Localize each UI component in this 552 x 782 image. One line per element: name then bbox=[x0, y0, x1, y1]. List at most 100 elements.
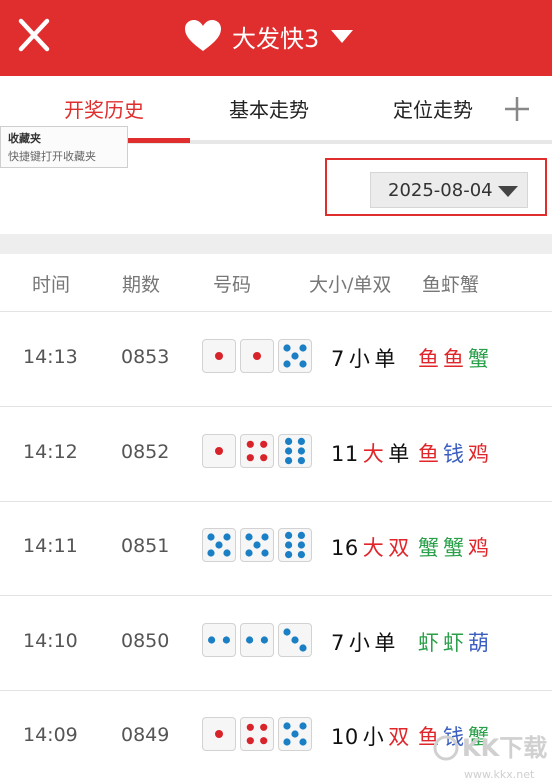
die-pip bbox=[261, 549, 269, 557]
fish-symbol: 鱼 bbox=[418, 441, 443, 466]
sum-size-parity: 7小单 bbox=[331, 627, 396, 657]
die-pip bbox=[260, 453, 268, 461]
size-result: 小 bbox=[362, 725, 385, 749]
tab-position-trend[interactable]: 定位走势 bbox=[393, 94, 473, 123]
die-4-icon bbox=[240, 717, 274, 751]
date-select-value: 2025-08-04 bbox=[388, 179, 493, 201]
table-row: 14:11 0851 16 大双蟹蟹鸡 bbox=[0, 502, 552, 596]
die-pip bbox=[285, 531, 293, 539]
die-pip bbox=[253, 541, 261, 549]
parity-result: 单 bbox=[374, 347, 396, 371]
die-pip bbox=[283, 344, 291, 352]
heart-icon bbox=[185, 20, 221, 51]
draw-issue-number: 0852 bbox=[121, 440, 170, 463]
die-2-icon bbox=[240, 622, 274, 657]
parity-result: 单 bbox=[388, 441, 410, 466]
die-pip bbox=[223, 549, 231, 557]
die-2-icon bbox=[202, 622, 236, 657]
die-pip bbox=[297, 446, 305, 455]
die-pip bbox=[260, 635, 268, 644]
die-pip bbox=[261, 533, 269, 541]
die-1-icon bbox=[202, 339, 236, 373]
table-row: 14:10 0850 7 小单虾虾葫 bbox=[0, 596, 552, 691]
die-1-icon bbox=[202, 433, 236, 468]
die-pip bbox=[283, 627, 291, 636]
draw-issue-number: 0850 bbox=[121, 629, 170, 652]
die-pip bbox=[297, 551, 305, 559]
die-pip bbox=[245, 549, 253, 557]
draw-time: 14:12 bbox=[23, 440, 78, 463]
die-pip bbox=[246, 723, 254, 731]
die-pip bbox=[207, 549, 215, 557]
die-3-icon bbox=[278, 622, 312, 657]
die-pip bbox=[285, 456, 293, 464]
fish-symbol: 蟹 bbox=[418, 536, 443, 560]
size-result: 大 bbox=[362, 441, 385, 466]
die-pip bbox=[215, 446, 223, 455]
watermark-text: KK下载 bbox=[462, 734, 547, 762]
fish-symbol: 鱼 bbox=[418, 347, 443, 371]
section-divider bbox=[0, 234, 552, 254]
draw-time: 14:11 bbox=[23, 535, 78, 557]
fish-symbol: 鱼 bbox=[443, 347, 468, 371]
page-title: 大发快3 bbox=[232, 24, 320, 53]
die-pip bbox=[299, 344, 307, 352]
fish-symbol: 虾 bbox=[443, 630, 468, 655]
fish-shrimp-crab-result: 虾虾葫 bbox=[418, 627, 493, 657]
die-pip bbox=[291, 635, 299, 644]
die-6-icon bbox=[278, 433, 312, 468]
tab-draw-history[interactable]: 开奖历史 bbox=[64, 94, 144, 123]
dice-sum: 16 bbox=[331, 536, 359, 560]
die-pip bbox=[222, 635, 230, 644]
fish-symbol: 蟹 bbox=[468, 347, 493, 371]
die-6-icon bbox=[278, 528, 312, 562]
tab-basic-trend[interactable]: 基本走势 bbox=[229, 94, 309, 123]
fish-shrimp-crab-result: 鱼钱鸡 bbox=[418, 438, 493, 468]
parity-result: 单 bbox=[374, 630, 396, 655]
dice-sum: 11 bbox=[331, 441, 359, 466]
die-pip bbox=[299, 722, 307, 730]
die-pip bbox=[246, 737, 254, 745]
die-pip bbox=[215, 352, 223, 360]
die-pip bbox=[297, 541, 305, 549]
die-pip bbox=[285, 446, 293, 455]
date-select[interactable]: 2025-08-04 bbox=[370, 172, 528, 208]
table-row: 14:13 0853 7 小单鱼鱼蟹 bbox=[0, 313, 552, 407]
bookmarks-tooltip: 收藏夹 快捷键打开收藏夹 bbox=[0, 126, 128, 168]
die-5-icon bbox=[278, 339, 312, 373]
die-pip bbox=[260, 723, 268, 731]
fish-symbol: 钱 bbox=[443, 441, 468, 466]
lottery-selector[interactable]: 大发快3 bbox=[184, 14, 354, 58]
sum-size-parity: 7小单 bbox=[331, 343, 396, 373]
dice-sum: 10 bbox=[331, 725, 359, 749]
draw-issue-number: 0853 bbox=[121, 346, 170, 368]
parity-result: 双 bbox=[388, 536, 410, 560]
dice-sum: 7 bbox=[331, 630, 345, 655]
draw-time: 14:10 bbox=[23, 629, 78, 652]
add-icon[interactable] bbox=[502, 94, 532, 124]
die-pip bbox=[246, 635, 254, 644]
die-pip bbox=[291, 730, 299, 738]
size-result: 小 bbox=[348, 630, 371, 655]
close-icon[interactable] bbox=[16, 16, 52, 54]
die-pip bbox=[285, 551, 293, 559]
column-header-fish-shrimp-crab: 鱼虾蟹 bbox=[422, 274, 480, 296]
die-pip bbox=[283, 722, 291, 730]
die-5-icon bbox=[240, 528, 274, 562]
die-pip bbox=[285, 541, 293, 549]
app-header: 大发快3 bbox=[0, 0, 552, 76]
die-pip bbox=[260, 440, 268, 448]
tooltip-subtitle: 快捷键打开收藏夹 bbox=[8, 150, 96, 163]
site-watermark: KK下载 www.kkx.net bbox=[433, 734, 547, 781]
die-pip bbox=[299, 643, 307, 652]
die-pip bbox=[245, 533, 253, 541]
chevron-down-icon bbox=[331, 29, 354, 43]
die-pip bbox=[260, 737, 268, 745]
die-4-icon bbox=[240, 433, 274, 468]
fish-symbol: 鸡 bbox=[468, 441, 493, 466]
die-pip bbox=[207, 533, 215, 541]
column-header-numbers: 号码 bbox=[213, 274, 252, 296]
die-pip bbox=[246, 440, 254, 448]
die-1-icon bbox=[240, 339, 274, 373]
fish-symbol: 虾 bbox=[418, 630, 443, 655]
